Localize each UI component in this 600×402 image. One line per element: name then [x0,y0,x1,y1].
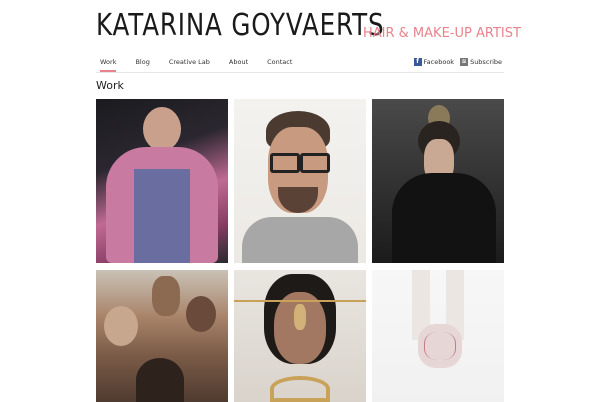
rss-icon: ≋ [460,58,469,66]
nav-item-blog[interactable]: Blog [131,52,153,72]
portfolio-image-pink-coat-model[interactable] [96,99,228,263]
nav-item-contact[interactable]: Contact [263,52,296,72]
header-divider [96,72,504,73]
nav-item-about[interactable]: About [225,52,252,72]
main-navigation: Work Blog Creative Lab About Contact f F… [96,52,504,72]
subscribe-link[interactable]: ≋ Subscribe [460,52,502,72]
facebook-link[interactable]: f Facebook [413,52,455,72]
portfolio-image-man-glasses[interactable] [234,99,366,263]
nav-item-work[interactable]: Work [96,52,120,72]
subscribe-label: Subscribe [470,58,502,66]
nav-item-creative-lab[interactable]: Creative Lab [165,52,214,72]
facebook-icon: f [413,58,422,66]
social-links: f Facebook ≋ Subscribe [413,52,502,72]
page-title: Work [96,79,124,92]
facebook-label: Facebook [423,58,455,66]
nav-links: Work Blog Creative Lab About Contact [96,52,307,72]
portfolio-image-gold-headpiece[interactable] [234,270,366,402]
portfolio-gallery [96,99,504,402]
portfolio-image-hands-white[interactable] [372,270,504,402]
site-title[interactable]: KATARINA GOYVAERTS [96,8,384,44]
portfolio-image-fur-coat-updo[interactable] [372,99,504,263]
portfolio-image-crowd-raised-hands[interactable] [96,270,228,402]
site-tagline: HAIR & MAKE-UP ARTIST [363,26,521,41]
